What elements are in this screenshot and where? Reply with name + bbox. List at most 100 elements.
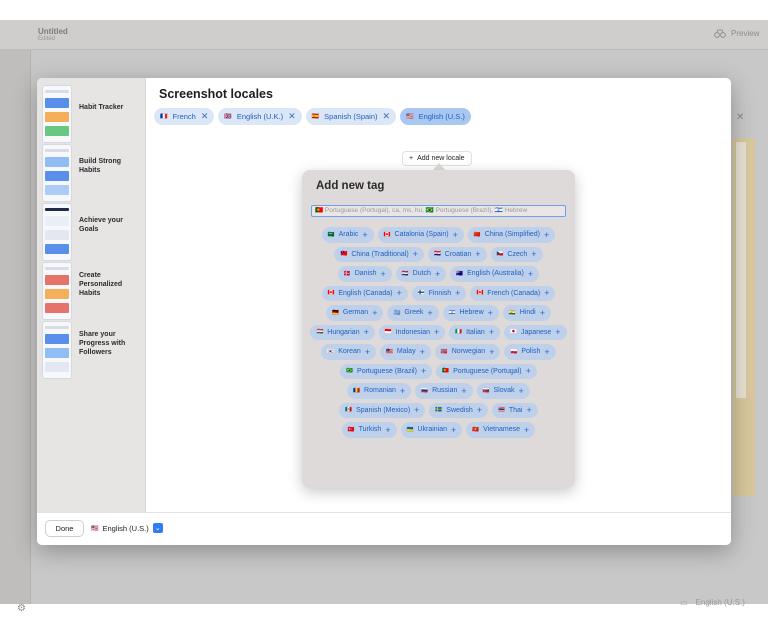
plus-icon[interactable]: + [528,269,533,279]
tag-suggestion-chip[interactable]: 🇨🇦 French (Canada) + [470,285,556,301]
screenshot-item[interactable]: Achieve your Goals [43,204,143,260]
gear-icon[interactable]: ⚙ [17,603,26,614]
plus-icon[interactable]: + [435,269,440,279]
background-locale-selector[interactable]: ▭ English (U.S.) [680,598,745,607]
tag-suggestion-label: Japanese [520,328,552,336]
tag-suggestion-chip[interactable]: 🇮🇹 Italian + [449,324,501,340]
tag-suggestion-chip[interactable]: 🇳🇴 Norwegian + [434,344,501,360]
plus-icon[interactable]: + [453,230,458,240]
plus-icon[interactable]: + [396,288,401,298]
tag-suggestion-chip[interactable]: 🇷🇺 Russian + [415,383,473,399]
plus-icon[interactable]: + [488,308,493,318]
tag-suggestion-chip[interactable]: 🇲🇽 Spanish (Mexico) + [339,402,426,418]
tag-suggestion-label: Hungarian [327,328,360,336]
plus-icon[interactable]: + [544,347,549,357]
tag-suggestion-chip[interactable]: 🇫🇮 Finnish + [411,285,467,301]
plus-icon[interactable]: + [400,386,405,396]
plus-icon[interactable]: + [364,327,369,337]
plus-icon[interactable]: + [362,230,367,240]
flag-icon: 🇺🇸 [91,525,99,532]
screenshot-item[interactable]: Create Personalized Habits [43,263,143,319]
chevron-down-icon[interactable]: ⌄ [152,523,163,533]
plus-icon[interactable]: + [421,366,426,376]
plus-icon[interactable]: + [527,405,532,415]
plus-icon[interactable]: + [544,288,549,298]
plus-icon[interactable]: + [544,230,549,240]
plus-icon[interactable]: + [531,249,536,259]
tag-suggestion-chip[interactable]: 🇲🇾 Malay + [380,344,431,360]
flag-icon: 🇬🇷 [393,309,401,316]
tag-suggestion-chip[interactable]: 🇺🇦 Ukrainian + [400,422,463,438]
remove-icon[interactable]: ✕ [201,111,209,122]
plus-icon[interactable]: + [413,249,418,259]
flag-icon: 🇨🇦 [327,290,335,297]
tag-suggestion-chip[interactable]: 🇭🇺 Hungarian + [310,324,375,340]
plus-icon[interactable]: + [519,386,524,396]
tag-suggestion-chip[interactable]: 🇹🇼 China (Traditional) + [334,246,424,262]
plus-icon[interactable]: + [381,269,386,279]
tag-suggestion-chip[interactable]: 🇹🇷 Turkish + [341,422,397,438]
plus-icon[interactable]: + [461,386,466,396]
plus-icon[interactable]: + [526,366,531,376]
flag-icon: 🇳🇴 [440,348,448,355]
plus-icon[interactable]: + [475,249,480,259]
tag-suggestion-chip[interactable]: 🇨🇦 English (Canada) + [321,285,408,301]
tag-suggestion-label: English (Australia) [467,270,524,278]
preview-button[interactable]: Preview [714,29,759,38]
locale-selector[interactable]: 🇺🇸 English (U.S.) ⌄ [91,523,163,533]
screenshot-item[interactable]: Build Strong Habits [43,145,143,201]
tag-suggestion-chip[interactable]: 🇯🇵 Japanese + [504,324,567,340]
tag-suggestion-chip[interactable]: 🇮🇳 Hindi + [502,305,551,321]
tag-suggestion-chip[interactable]: 🇬🇷 Greek + [387,305,439,321]
plus-icon[interactable]: + [489,347,494,357]
plus-icon[interactable]: + [414,405,419,415]
tag-suggestion-chip[interactable]: 🇸🇪 Swedish + [429,402,489,418]
tag-suggestion-chip[interactable]: 🇧🇷 Portuguese (Brazil) + [340,363,433,379]
plus-icon[interactable]: + [555,327,560,337]
tag-suggestion-chip[interactable]: 🇮🇩 Indonesian + [378,324,446,340]
plus-icon[interactable]: + [420,347,425,357]
flag-icon: 🇩🇪 [332,309,339,316]
tag-suggestion-chip[interactable]: 🇻🇳 Vietnamese + [466,422,536,438]
plus-icon[interactable]: + [477,405,482,415]
plus-icon[interactable]: + [427,308,432,318]
plus-icon[interactable]: + [451,425,456,435]
plus-icon[interactable]: + [540,308,545,318]
tag-suggestion-chip[interactable]: 🇩🇪 German + [326,305,384,321]
plus-icon[interactable]: + [385,425,390,435]
tag-suggestion-chip[interactable]: 🇨🇦 Catalonia (Spain) + [377,227,464,243]
plus-icon[interactable]: + [489,327,494,337]
remove-icon[interactable]: ✕ [383,111,391,122]
locale-chip-french[interactable]: 🇫🇷 French ✕ [154,108,215,125]
tag-suggestion-chip[interactable]: 🇹🇭 Thai + [492,402,538,418]
tag-suggestion-chip[interactable]: 🇳🇱 Dutch + [395,266,447,282]
tag-suggestion-chip[interactable]: 🇨🇿 Czech + [490,246,543,262]
screenshot-item[interactable]: Habit Tracker [43,86,143,142]
tag-suggestion-chip[interactable]: 🇩🇰 Danish + [337,266,392,282]
tag-suggestion-label: Arabic [338,231,359,239]
tag-suggestion-chip[interactable]: 🇸🇰 Slovak + [476,383,530,399]
plus-icon[interactable]: + [455,288,460,298]
tag-suggestion-chip[interactable]: 🇭🇷 Croatian + [427,246,487,262]
tag-suggestion-chip[interactable]: 🇦🇺 English (Australia) + [450,266,540,282]
locale-chip-spanish-spain[interactable]: 🇪🇸 Spanish (Spain) ✕ [305,108,397,125]
done-button[interactable]: Done [46,521,83,536]
tag-search-input[interactable]: 🇵🇹 Portuguese (Portugal), ca, ms, hu, 🇧🇷… [311,205,566,217]
plus-icon[interactable]: + [434,327,439,337]
tag-suggestion-chip[interactable]: 🇵🇱 Polish + [504,344,556,360]
tag-suggestion-chip[interactable]: 🇷🇴 Romanian + [347,383,412,399]
plus-icon[interactable]: + [365,347,370,357]
tag-suggestion-chip[interactable]: 🇵🇹 Portuguese (Portugal) + [436,363,537,379]
screenshot-item[interactable]: Share your Progress with Followers [43,322,143,378]
locale-chip-english-us[interactable]: 🇺🇸 English (U.S.) [400,108,471,125]
close-icon[interactable]: ✕ [736,112,744,123]
tag-suggestion-chip[interactable]: 🇮🇱 Hebrew + [442,305,499,321]
plus-icon[interactable]: + [524,425,529,435]
remove-icon[interactable]: ✕ [288,111,296,122]
tag-suggestion-chip[interactable]: 🇨🇳 China (Simplified) + [467,227,556,243]
tag-suggestion-chip[interactable]: 🇰🇷 Korean + [321,344,377,360]
plus-icon: + [409,155,414,162]
locale-chip-english-uk[interactable]: 🇬🇧 English (U.K.) ✕ [218,108,302,125]
tag-suggestion-chip[interactable]: 🇸🇦 Arabic + [321,227,374,243]
plus-icon[interactable]: + [372,308,377,318]
